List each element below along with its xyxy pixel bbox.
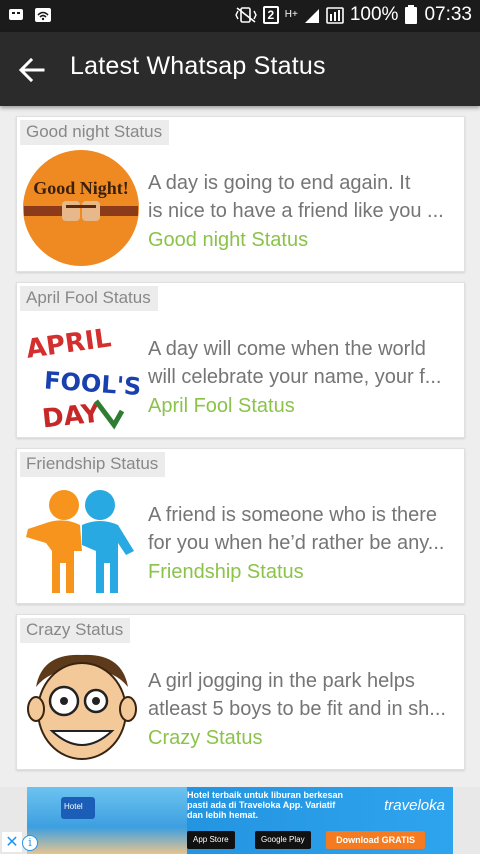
- card-category-label: Crazy Status: [20, 618, 131, 643]
- list-item[interactable]: Friendship Status A friend is someone wh…: [16, 448, 465, 604]
- ad-download-button[interactable]: Download GRATIS: [326, 831, 425, 849]
- page-title: Latest Whatsap Status: [70, 52, 326, 80]
- thumb-text: Good Night!: [33, 178, 129, 198]
- list-item[interactable]: Crazy Status A girl jogging in the park …: [16, 614, 465, 770]
- google-play-badge[interactable]: Google Play: [255, 831, 311, 849]
- network-type: H+: [284, 9, 298, 20]
- ad-hotel-logo: Hotel: [61, 797, 95, 819]
- status-excerpt-line: will celebrate your name, your f...: [148, 366, 442, 388]
- status-bar: 2 H+ 100% 07:33: [0, 0, 480, 32]
- app-bar: Latest Whatsap Status: [0, 32, 480, 106]
- status-excerpt-line: is nice to have a friend like you ...: [148, 200, 444, 222]
- ad-headline-line: dan lebih hemat.: [187, 810, 259, 820]
- list-item[interactable]: Good night Status Good Night! A day is g…: [16, 116, 465, 272]
- category-link[interactable]: April Fool Status: [148, 391, 462, 421]
- signal-icon: [304, 9, 319, 23]
- ad-brand-name: traveloka: [384, 797, 445, 814]
- mute-vibrate-icon: [234, 7, 257, 23]
- status-excerpt-line: for you when he’d rather be any...: [148, 532, 445, 554]
- ad-banner-container: Hotel Hotel terbaik untuk liburan berkes…: [0, 787, 480, 854]
- ad-banner[interactable]: Hotel Hotel terbaik untuk liburan berkes…: [27, 787, 453, 854]
- battery-level-icon: [405, 5, 418, 24]
- status-excerpt-line: A friend is someone who is there: [148, 504, 438, 526]
- status-excerpt-line: A day is going to end again. It: [148, 172, 411, 194]
- close-icon[interactable]: ✕: [2, 832, 22, 852]
- status-excerpt-line: atleast 5 boys to be fit and in sh...: [148, 698, 446, 720]
- ad-hotel-label: Hotel: [64, 802, 83, 811]
- info-icon[interactable]: i: [22, 835, 38, 851]
- april-fools-thumbnail: APRIL FOOL'S DAY: [22, 315, 140, 433]
- status-excerpt-line: A girl jogging in the park helps: [148, 670, 415, 692]
- wifi-icon: [35, 8, 51, 22]
- thumb-text: DAY: [41, 398, 103, 433]
- card-category-label: Friendship Status: [20, 452, 166, 477]
- battery-percent: 100%: [349, 4, 399, 25]
- sim-indicator: 2: [262, 6, 279, 24]
- ad-headline: Hotel terbaik untuk liburan berkesan pas…: [187, 790, 387, 820]
- good-night-thumbnail: Good Night!: [23, 150, 139, 266]
- ad-headline-line: Hotel terbaik untuk liburan berkesan: [187, 790, 344, 800]
- ad-headline-line: pasti ada di Traveloka App. Variatif: [187, 800, 336, 810]
- app-store-badge[interactable]: App Store: [187, 831, 235, 849]
- crazy-face-thumbnail: [22, 647, 140, 765]
- category-link[interactable]: Good night Status: [148, 225, 462, 255]
- ad-beach-image: [27, 787, 187, 854]
- arrow-left-icon[interactable]: [16, 54, 48, 86]
- notification-icon: [9, 9, 23, 20]
- clock: 07:33: [424, 4, 472, 25]
- status-excerpt-line: A day will come when the world: [148, 338, 426, 360]
- card-category-label: April Fool Status: [20, 286, 158, 311]
- friendship-thumbnail: [22, 481, 140, 599]
- card-category-label: Good night Status: [20, 120, 170, 145]
- list-item[interactable]: April Fool Status APRIL FOOL'S DAY A day…: [16, 282, 465, 438]
- category-link[interactable]: Crazy Status: [148, 723, 462, 753]
- category-link[interactable]: Friendship Status: [148, 557, 462, 587]
- battery-icon: [326, 7, 344, 24]
